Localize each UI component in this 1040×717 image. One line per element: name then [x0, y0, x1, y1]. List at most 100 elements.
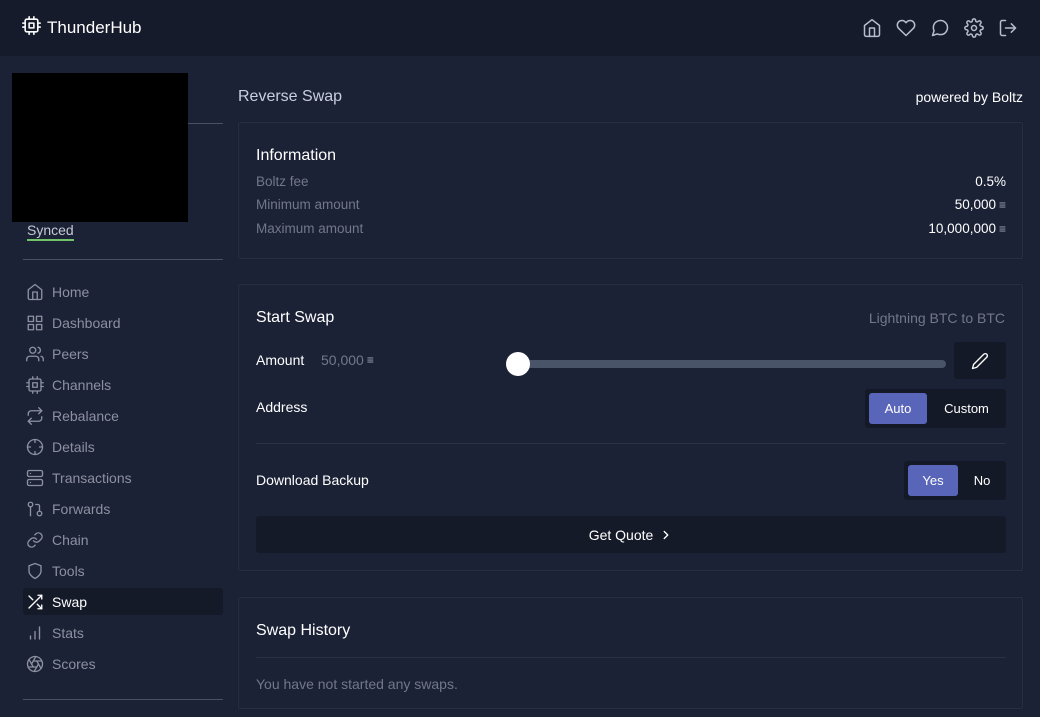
sidebar-item-label: Home: [52, 283, 90, 300]
sidebar-item-transactions[interactable]: Transactions: [23, 464, 223, 491]
crosshair-icon: [26, 438, 44, 455]
sidebar-item-label: Dashboard: [52, 314, 121, 331]
backup-no-button[interactable]: No: [962, 465, 1002, 496]
cpu-icon: [26, 375, 44, 394]
link-icon: [27, 531, 43, 548]
sidebar-item-details[interactable]: Details: [23, 433, 223, 460]
home-icon: [27, 283, 43, 300]
sidebar-item-rebalance[interactable]: Rebalance: [23, 402, 223, 429]
address-auto-button[interactable]: Auto: [869, 393, 927, 424]
information-card: Information Boltz fee 0.5% Minimum amoun…: [238, 122, 1023, 259]
backup-toggle: Yes No: [904, 461, 1006, 500]
info-label: Maximum amount: [256, 221, 364, 236]
info-label: Minimum amount: [256, 197, 360, 212]
sidebar-item-swap[interactable]: Swap: [23, 588, 223, 615]
empty-history-message: You have not started any swaps.: [256, 676, 458, 692]
sidebar-item-tools[interactable]: Tools: [23, 557, 223, 584]
amount-slider-track[interactable]: [509, 360, 946, 368]
backup-label: Download Backup: [256, 472, 369, 488]
swap-history-card: Swap History You have not started any sw…: [238, 597, 1023, 709]
amount-value-group: 50,000 ≡: [321, 352, 374, 368]
sidebar-item-dashboard[interactable]: Dashboard: [23, 309, 223, 336]
sidebar-item-label: Forwards: [52, 500, 111, 517]
server-icon: [26, 469, 44, 486]
git-pull-request-icon: [27, 501, 43, 516]
home-icon[interactable]: [862, 18, 882, 38]
sidebar: Synced Home Dashboard Peers Channels Reb…: [0, 56, 230, 717]
sidebar-item-stats[interactable]: Stats: [23, 619, 223, 646]
shield-icon: [28, 562, 42, 579]
sidebar-item-channels[interactable]: Channels: [23, 371, 223, 398]
bar-chart-icon: [29, 625, 41, 640]
top-bar: ThunderHub: [0, 0, 1040, 56]
amount-value: 50,000: [321, 352, 364, 368]
app-name: ThunderHub: [47, 18, 142, 37]
info-label: Boltz fee: [256, 174, 309, 189]
shuffle-icon: [28, 594, 43, 609]
address-label: Address: [256, 399, 308, 415]
divider: [256, 657, 1006, 658]
powered-by: powered by Boltz: [915, 89, 1023, 105]
info-value: 50,000: [954, 197, 996, 212]
sidebar-nav: Home Dashboard Peers Channels Rebalance …: [23, 278, 223, 681]
info-row-max: Maximum amount 10,000,000 ≡: [256, 221, 1006, 236]
address-toggle: Auto Custom: [865, 389, 1006, 428]
sidebar-divider: [23, 699, 223, 700]
swap-direction: Lightning BTC to BTC: [868, 310, 1005, 326]
heart-icon[interactable]: [896, 18, 916, 38]
get-quote-label: Get Quote: [588, 526, 654, 543]
logout-icon[interactable]: [998, 18, 1018, 38]
sidebar-divider: [23, 259, 223, 260]
sidebar-item-label: Transactions: [52, 469, 132, 486]
sidebar-divider: [188, 123, 223, 124]
get-quote-button[interactable]: Get Quote: [256, 516, 1006, 553]
info-value-group: 50,000 ≡: [955, 197, 1006, 212]
info-value: 10,000,000: [928, 221, 996, 236]
cpu-icon: [22, 16, 41, 40]
sidebar-item-forwards[interactable]: Forwards: [23, 495, 223, 522]
sidebar-item-chain[interactable]: Chain: [23, 526, 223, 553]
address-custom-button[interactable]: Custom: [931, 393, 1002, 424]
sidebar-item-label: Rebalance: [52, 407, 119, 424]
sidebar-item-label: Tools: [52, 562, 85, 579]
backup-yes-button[interactable]: Yes: [908, 465, 958, 496]
page-header: Reverse Swap powered by Boltz: [238, 88, 1023, 106]
sidebar-item-label: Scores: [52, 655, 96, 672]
amount-label: Amount: [256, 352, 305, 368]
users-icon: [26, 346, 44, 361]
sidebar-item-label: Chain: [52, 531, 89, 548]
sidebar-item-scores[interactable]: Scores: [23, 650, 223, 677]
divider: [256, 443, 1006, 444]
sats-icon: ≡: [998, 197, 1006, 212]
settings-icon[interactable]: [964, 18, 984, 38]
aperture-icon: [26, 655, 44, 672]
chat-icon[interactable]: [930, 18, 950, 38]
sync-status: Synced: [27, 222, 74, 241]
start-swap-card: Start Swap Lightning BTC to BTC Amount 5…: [238, 284, 1023, 571]
info-value: 0.5%: [975, 174, 1006, 189]
sidebar-item-label: Swap: [52, 593, 88, 610]
sats-icon: ≡: [366, 353, 374, 367]
edit-amount-button[interactable]: [954, 342, 1006, 379]
card-title: Swap History: [256, 622, 351, 639]
amount-slider-handle[interactable]: [506, 352, 530, 376]
pencil-icon: [971, 352, 988, 369]
node-info-redacted: [12, 73, 188, 222]
chevron-right-icon: [663, 530, 669, 539]
info-value-group: 10,000,000 ≡: [928, 221, 1006, 236]
card-title: Information: [256, 147, 337, 164]
sidebar-item-label: Peers: [52, 345, 89, 362]
sidebar-item-home[interactable]: Home: [23, 278, 223, 305]
brand[interactable]: ThunderHub: [22, 16, 142, 40]
sidebar-item-peers[interactable]: Peers: [23, 340, 223, 367]
info-row-fee: Boltz fee 0.5%: [256, 174, 1006, 189]
sats-icon: ≡: [998, 221, 1006, 236]
dashboard-icon: [27, 315, 43, 330]
sidebar-item-label: Stats: [52, 624, 84, 641]
sidebar-item-label: Details: [52, 438, 95, 455]
info-row-min: Minimum amount 50,000 ≡: [256, 197, 1006, 212]
repeat-icon: [27, 406, 43, 425]
page-title: Reverse Swap: [238, 88, 343, 105]
card-title: Start Swap: [256, 309, 335, 326]
sidebar-item-label: Channels: [52, 376, 112, 393]
